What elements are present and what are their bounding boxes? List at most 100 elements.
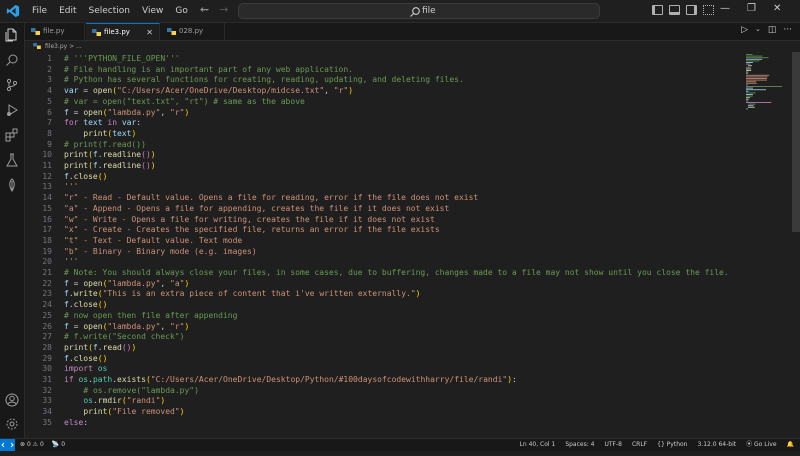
minimap-line <box>746 74 770 76</box>
line-number: 29 <box>42 353 52 363</box>
minimap-line <box>746 60 760 62</box>
code-text: # File handling is an important part of … <box>64 64 353 74</box>
source-control-icon[interactable] <box>5 78 19 92</box>
menu-bar: File Edit Selection View Go ··· <box>26 4 214 18</box>
split-editor-icon[interactable]: ◫ <box>768 25 777 35</box>
code-editor[interactable]: 1 # '''PYTHON_FILE_OPEN''' 2 # File handlin… <box>25 52 785 438</box>
minimap-line <box>746 84 748 86</box>
restore-icon[interactable]: ❐ <box>747 3 756 14</box>
tab-file-py[interactable]: file.py <box>25 23 85 40</box>
tab-028-py[interactable]: 028.py <box>161 23 225 40</box>
line-number: 27 <box>42 332 52 342</box>
more-actions-icon[interactable]: ··· <box>783 25 792 35</box>
code-text: f.write("This is an extra piece of conte… <box>64 289 421 299</box>
extensions-icon[interactable] <box>5 128 19 142</box>
minimap-line <box>746 90 749 92</box>
line-number: 32 <box>42 385 52 395</box>
language-mode[interactable]: {} Python <box>657 439 687 451</box>
language-label: Python <box>666 441 688 448</box>
menu-file[interactable]: File <box>26 4 53 18</box>
go-live-button[interactable]: ⦿ Go Live <box>746 439 776 451</box>
command-center-search[interactable]: file <box>238 3 600 19</box>
breadcrumb[interactable]: file3.py > ... <box>25 41 82 52</box>
code-text: ''' <box>64 257 79 267</box>
ports-count: 0 <box>61 441 66 448</box>
menu-go[interactable]: Go <box>169 4 193 18</box>
tab-close-icon[interactable]: ✕ <box>146 24 153 41</box>
code-text: f = open("lambda.py", "r") <box>64 107 190 117</box>
account-icon[interactable] <box>5 393 19 407</box>
scrollbar-thumb[interactable] <box>792 52 800 232</box>
minimap-line <box>746 81 756 83</box>
code-text: if os.path.exists("C:/Users/Acer/OneDriv… <box>64 375 517 384</box>
minimap-line <box>746 62 754 63</box>
code-text: # var = open("text.txt", "rt") # same as… <box>64 96 305 106</box>
problems-indicator[interactable]: ⊗ 0 ⚠ 0 <box>20 439 44 451</box>
mongodb-leaf-icon[interactable] <box>5 178 19 192</box>
run-dropdown-icon[interactable]: ⌄ <box>755 25 761 35</box>
line-number: 28 <box>42 342 52 352</box>
customize-layout-icon[interactable] <box>703 5 714 15</box>
ports-indicator[interactable]: 📡 0 <box>52 439 65 451</box>
code-text: # print(f.read()) <box>64 139 146 149</box>
code-text: print(text) <box>83 128 137 138</box>
menu-edit[interactable]: Edit <box>53 4 82 18</box>
status-right: Ln 40, Col 1 Spaces: 4 UTF-8 CRLF {} Pyt… <box>520 439 794 451</box>
python-interpreter[interactable]: 3.12.0 64-bit <box>697 439 736 451</box>
forward-arrow-icon[interactable]: → <box>219 3 228 16</box>
breadcrumb-text: file3.py > ... <box>45 43 82 50</box>
line-number: 14 <box>42 193 52 203</box>
go-live-label: Go Live <box>754 441 777 448</box>
minimap-line <box>746 58 763 60</box>
cursor-position[interactable]: Ln 40, Col 1 <box>520 439 556 451</box>
minimap-line <box>746 86 782 87</box>
search-text: file <box>422 6 436 16</box>
line-number: 13 <box>42 182 52 192</box>
minimap-line <box>746 92 756 94</box>
remote-indicator[interactable] <box>0 439 15 451</box>
line-number: 23 <box>42 289 52 299</box>
minimap-line <box>746 79 768 81</box>
minimap-line <box>746 66 751 68</box>
line-number: 9 <box>47 139 52 149</box>
minimap-line <box>748 106 755 108</box>
settings-gear-icon[interactable] <box>5 417 19 431</box>
line-number: 21 <box>42 268 52 277</box>
layout-controls <box>652 5 714 15</box>
editor-tabs: file.py file3.py ✕ 028.py ▷ ⌄ ◫ ··· <box>25 23 800 41</box>
line-number: 4 <box>47 86 52 96</box>
vertical-scrollbar[interactable] <box>790 52 800 438</box>
line-number: 16 <box>42 214 52 224</box>
minimap-line <box>746 55 763 57</box>
vscode-logo-icon[interactable] <box>6 4 20 18</box>
testing-icon[interactable] <box>5 153 19 167</box>
search-sidebar-icon[interactable] <box>5 53 19 67</box>
run-debug-icon[interactable] <box>5 103 19 117</box>
explorer-icon[interactable] <box>5 28 19 42</box>
tab-file3-py[interactable]: file3.py ✕ <box>86 23 160 40</box>
toggle-panel-icon[interactable] <box>669 5 680 15</box>
minimap-line <box>746 97 751 99</box>
line-number: 22 <box>42 278 52 288</box>
encoding[interactable]: UTF-8 <box>604 439 622 451</box>
toggle-primary-sidebar-icon[interactable] <box>652 5 663 15</box>
code-text: "x" - Create - Creates the specified fil… <box>64 225 440 235</box>
run-python-file-icon[interactable]: ▷ <box>741 25 748 35</box>
minimap[interactable] <box>745 52 785 438</box>
code-text: import os <box>64 364 108 374</box>
close-icon[interactable]: ✕ <box>773 3 781 14</box>
end-of-line[interactable]: CRLF <box>632 439 647 451</box>
tab-label: 028.py <box>179 27 204 35</box>
notifications-bell-icon[interactable]: 🔔 <box>787 439 794 451</box>
indentation[interactable]: Spaces: 4 <box>565 439 594 451</box>
code-text: f = open("lambda.py", "a") <box>64 278 190 288</box>
menu-view[interactable]: View <box>136 4 169 18</box>
line-number: 33 <box>42 396 52 406</box>
menu-selection[interactable]: Selection <box>83 4 136 18</box>
back-arrow-icon[interactable]: ← <box>200 3 209 16</box>
activity-bar <box>0 23 25 438</box>
code-text: ''' <box>64 182 79 192</box>
minimize-icon[interactable]: — <box>720 3 730 14</box>
toggle-secondary-sidebar-icon[interactable] <box>686 5 697 15</box>
code-text: os.rmdir("randi") <box>83 396 166 406</box>
